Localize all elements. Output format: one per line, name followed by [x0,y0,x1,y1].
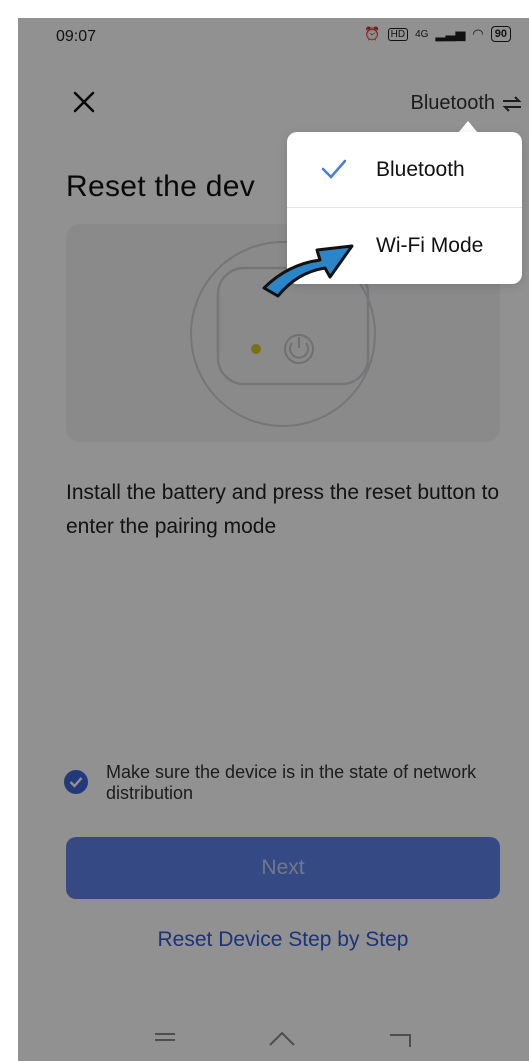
dropdown-item-label: Wi-Fi Mode [376,233,484,257]
dropdown-item-label: Bluetooth [376,157,465,181]
dropdown-item-bluetooth[interactable]: Bluetooth [287,132,522,208]
annotation-arrow-icon [262,244,354,298]
selected-check-icon [321,159,347,179]
top-margin [0,0,529,18]
left-margin [0,0,18,1061]
